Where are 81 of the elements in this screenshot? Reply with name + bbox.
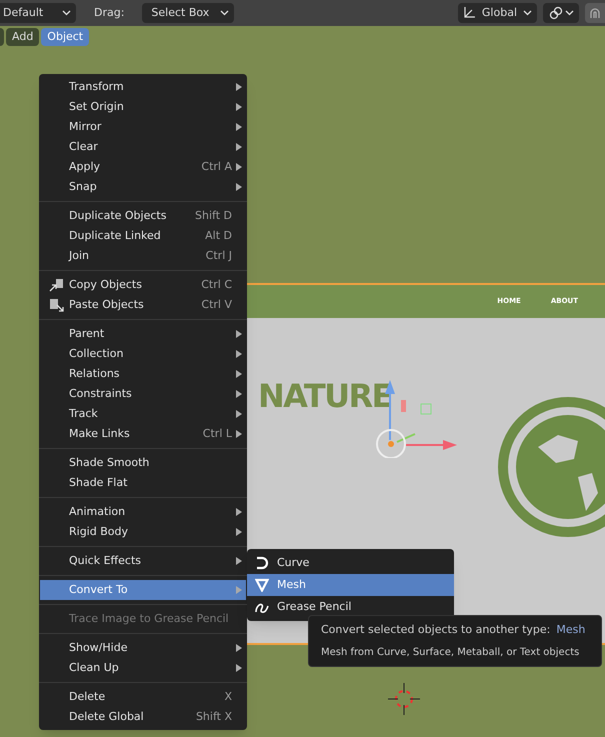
- menu-item[interactable]: Rigid Body: [40, 522, 246, 542]
- orientation-dropdown[interactable]: Global: [458, 3, 537, 23]
- 3d-cursor-icon: [388, 683, 420, 715]
- menu-item[interactable]: Delete X: [40, 687, 246, 707]
- submenu-arrow-icon: [236, 83, 242, 91]
- menu-item[interactable]: Mesh: [247, 574, 454, 596]
- shortcut-label: Ctrl C: [201, 276, 232, 293]
- tooltip-description: Mesh from Curve, Surface, Metaball, or Text objects: [321, 646, 580, 660]
- submenu-arrow-icon: [236, 330, 242, 338]
- chevron-down-icon: [62, 10, 71, 16]
- shortcut-label: Shift D: [195, 208, 232, 224]
- shortcut-label: Ctrl V: [201, 296, 232, 313]
- shortcut-label: Alt D: [205, 228, 232, 244]
- menu-item[interactable]: Paste Objects Ctrl V: [40, 295, 246, 315]
- menu-item[interactable]: Animation: [40, 502, 246, 522]
- heading-text: NATURE: [258, 376, 392, 417]
- menu-item[interactable]: Relations: [40, 364, 246, 384]
- submenu-arrow-icon: [236, 664, 242, 672]
- submenu-arrow-icon: [236, 586, 242, 594]
- submenu-arrow-icon: [236, 163, 242, 171]
- shortcut-label: Ctrl A: [201, 158, 232, 175]
- menu-item[interactable]: Duplicate Linked Alt D: [40, 226, 246, 246]
- menu-item[interactable]: Shade Flat: [40, 473, 246, 493]
- shortcut-label: Shift X: [196, 708, 232, 725]
- link-icon: [548, 6, 562, 20]
- shortcut-label: X: [224, 688, 232, 705]
- submenu-arrow-icon: [236, 370, 242, 378]
- tooltip-value: Mesh: [556, 622, 586, 638]
- submenu-arrow-icon: [236, 123, 242, 131]
- axes-icon: [462, 6, 476, 20]
- menu-item[interactable]: Transform: [40, 77, 246, 97]
- menu-tab[interactable]: Add: [6, 28, 40, 46]
- mode-dropdown[interactable]: Default: [0, 3, 76, 23]
- menu-item[interactable]: Parent: [40, 324, 246, 344]
- chevron-down-icon: [220, 10, 230, 16]
- menu-item[interactable]: Make Links Ctrl L: [40, 424, 246, 444]
- clipboard-arrow-icon: [49, 298, 65, 312]
- menu-item[interactable]: Curve: [247, 552, 454, 574]
- submenu-arrow-icon: [236, 557, 242, 565]
- tooltip-text: Convert selected objects to another type:: [321, 622, 550, 638]
- menu-item[interactable]: Shade Smooth: [40, 453, 246, 473]
- submenu-arrow-icon: [236, 644, 242, 652]
- menu-item[interactable]: Copy Objects Ctrl C: [40, 275, 246, 295]
- menu-item[interactable]: Show/Hide: [40, 638, 246, 658]
- chevron-down-icon: [564, 10, 574, 16]
- snap-button[interactable]: [585, 3, 605, 23]
- menu-item[interactable]: Set Origin: [40, 97, 246, 117]
- chevron-down-icon: [523, 10, 532, 16]
- magnet-icon: [588, 6, 602, 20]
- menu-item[interactable]: Mirror: [40, 117, 246, 137]
- submenu-arrow-icon: [236, 103, 242, 111]
- menu-item[interactable]: Constraints: [40, 384, 246, 404]
- menu-item[interactable]: Convert To: [40, 580, 246, 600]
- menu-item[interactable]: Track: [40, 404, 246, 424]
- submenu-arrow-icon: [236, 390, 242, 398]
- submenu-arrow-icon: [236, 528, 242, 536]
- curve-icon: [255, 556, 269, 570]
- menu-item[interactable]: Join Ctrl J: [40, 246, 246, 266]
- drag-dropdown[interactable]: Select Box: [142, 3, 234, 23]
- menu-item[interactable]: Grease Pencil: [247, 596, 454, 618]
- menu-item[interactable]: Delete Global Shift X: [40, 707, 246, 727]
- clipboard-arrow-icon: [49, 278, 65, 292]
- menu-item[interactable]: Clear: [40, 137, 246, 157]
- drag-label: Drag:: [94, 4, 124, 21]
- shortcut-label: Ctrl J: [206, 248, 232, 264]
- submenu-arrow-icon: [236, 350, 242, 358]
- shortcut-label: Ctrl L: [202, 426, 232, 442]
- menu-item[interactable]: Snap: [40, 177, 246, 197]
- menu-item[interactable]: Quick Effects: [40, 551, 246, 571]
- triangle-icon: [255, 578, 269, 592]
- submenu-arrow-icon: [236, 430, 242, 438]
- pivot-dropdown[interactable]: [543, 3, 579, 23]
- menu-item[interactable]: Collection: [40, 344, 246, 364]
- submenu-arrow-icon: [236, 410, 242, 418]
- menu-item[interactable]: Apply Ctrl A: [40, 157, 246, 177]
- menu-item[interactable]: Duplicate Objects Shift D: [40, 206, 246, 226]
- submenu-arrow-icon: [236, 143, 242, 151]
- menu-item[interactable]: Clean Up: [40, 658, 246, 678]
- submenu-arrow-icon: [236, 183, 242, 191]
- submenu-arrow-icon: [236, 508, 242, 516]
- menu-tab[interactable]: Object: [41, 28, 90, 46]
